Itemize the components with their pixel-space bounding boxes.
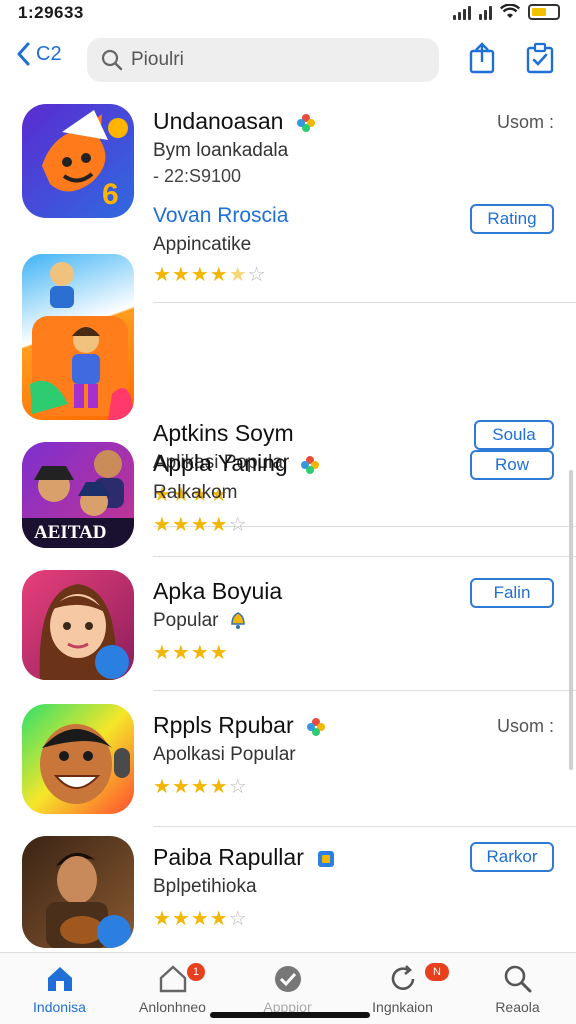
app-subtitle: Bym loankadala (153, 140, 289, 161)
more-button[interactable]: Usom : (497, 112, 554, 133)
get-button[interactable]: Rarkor (470, 842, 554, 872)
app-name[interactable]: Rppls Rpubar (153, 712, 326, 739)
pinwheel-icon (301, 455, 320, 474)
people-illustration-icon (30, 262, 134, 420)
rating-button[interactable]: Rating (470, 204, 554, 234)
signal-secondary-icon (479, 4, 492, 20)
ellipsis-icon: : (548, 112, 554, 132)
star-rating: ★★★★★☆ (153, 264, 267, 286)
app-count: - 22:S9100 (153, 166, 242, 186)
app-developer-link[interactable]: Vovan Rroscia (153, 204, 288, 228)
signal-icon (453, 4, 471, 20)
app-icon-2[interactable] (22, 254, 134, 420)
star-rating: ★★★★☆ (153, 514, 248, 536)
refresh-icon (391, 965, 414, 990)
app-icon-6[interactable] (22, 836, 134, 948)
app-subtitle: Apolkasi Popular (153, 744, 296, 765)
divider (153, 556, 576, 557)
pinwheel-icon (296, 113, 315, 132)
icon-caption: AEITAD (34, 522, 107, 543)
bird-mascot-icon: 6 (42, 110, 128, 211)
pinwheel-icon (307, 717, 326, 736)
search-icon (504, 965, 531, 993)
scrollbar[interactable] (569, 470, 573, 770)
search-bar[interactable] (87, 38, 439, 82)
svg-text:6: 6 (102, 178, 119, 211)
star-rating: ★★★★ (153, 642, 229, 664)
chevron-left-icon (17, 42, 30, 66)
tab-reaola[interactable]: Reaola (460, 961, 575, 1015)
wifi-icon (500, 4, 520, 18)
app-icon-1[interactable]: 6 (22, 104, 134, 218)
home-indicator (210, 1012, 370, 1018)
checkmark-icon (274, 966, 301, 992)
tab-indonisa[interactable]: Indonisa (2, 961, 117, 1015)
divider (153, 690, 576, 691)
battery-icon (528, 4, 560, 20)
get-button[interactable]: Falin (470, 578, 554, 608)
app-name[interactable]: Aptkins Soym (153, 420, 294, 447)
get-button[interactable]: Row (470, 450, 554, 480)
tab-anlonhneo[interactable]: 1 Anlonhneo (115, 961, 230, 1015)
get-button[interactable]: Soula (474, 420, 554, 450)
back-label: C2 (36, 42, 62, 65)
verified-icon (318, 850, 335, 867)
divider (153, 826, 576, 827)
ellipsis-icon: : (548, 716, 554, 736)
guitarist-icon (46, 852, 131, 948)
search-icon (101, 49, 123, 71)
app-name[interactable]: Paiba Rapullar (153, 844, 336, 871)
app-name[interactable]: Appla Yaning (153, 450, 320, 477)
app-icon-4[interactable] (22, 570, 134, 680)
notification-badge: 1 (187, 963, 205, 981)
home-icon (47, 967, 72, 991)
share-icon[interactable] (467, 42, 497, 74)
app-icon-5[interactable] (22, 704, 134, 814)
checklist-icon[interactable] (525, 42, 555, 74)
search-input[interactable] (131, 49, 411, 71)
divider (153, 302, 576, 303)
home-badge-icon (159, 965, 186, 993)
app-icon-3[interactable]: AEITAD (22, 442, 134, 548)
smiling-man-icon (40, 724, 130, 804)
back-button[interactable]: C2 (16, 42, 62, 66)
app-subtitle: Ralkakom (153, 482, 238, 503)
star-rating: ★★★★☆ (153, 776, 248, 798)
star-rating: ★★★★☆ (153, 908, 248, 930)
app-name[interactable]: Undanoasan (153, 108, 316, 135)
app-name[interactable]: Apka Boyuia (153, 578, 282, 605)
top-navigation: C2 (0, 34, 576, 86)
app-subtitle: Bplpetihioka (153, 876, 257, 897)
status-time: 1:29633 (18, 3, 84, 22)
tab-apppior[interactable]: Apppior (230, 961, 345, 1015)
status-bar: 1:29633 (0, 0, 576, 26)
tab-ingnkaion[interactable]: N Ingnkaion (345, 961, 460, 1015)
status-indicators (453, 4, 560, 20)
avatar-girl-icon (39, 584, 129, 680)
app-category: Appincatike (153, 234, 252, 255)
more-button[interactable]: Usom : (497, 716, 554, 737)
notification-badge: N (425, 963, 449, 981)
app-subtitle: Popular (153, 610, 246, 632)
bell-icon (231, 612, 245, 629)
